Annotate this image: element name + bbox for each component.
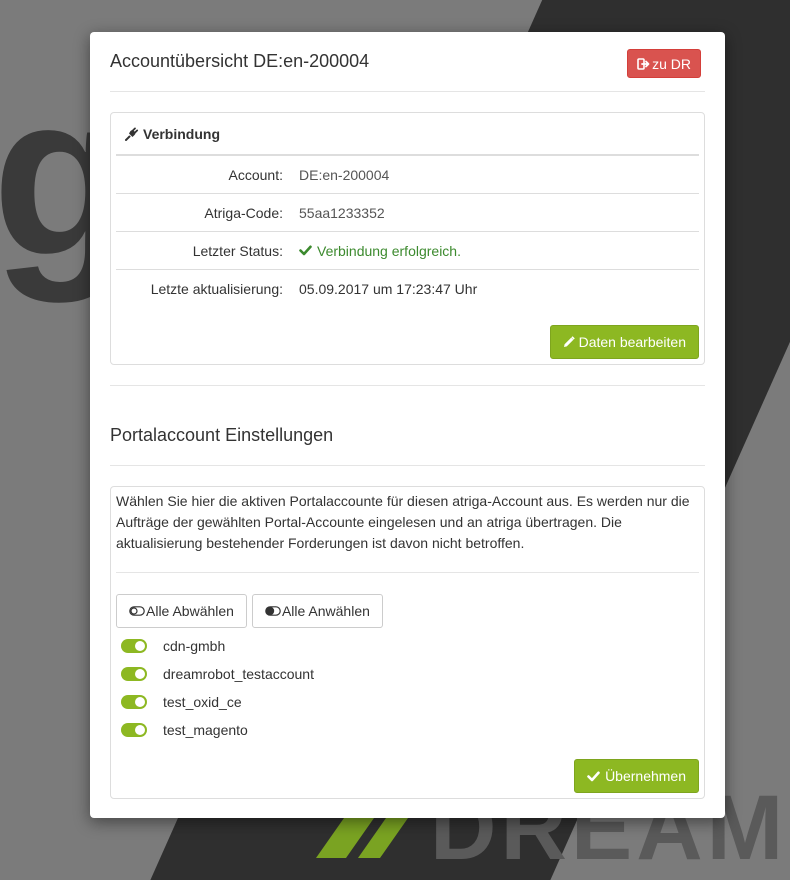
portal-settings-description: Wählen Sie hier die aktiven Portalaccoun…	[116, 493, 690, 551]
info-value: DE:en-200004	[299, 166, 390, 183]
modal-header: Accountübersicht DE:en-200004 zu DR	[110, 32, 705, 92]
select-button-group: Alle Abwählen Alle Anwählen	[116, 594, 383, 628]
toggle-off-icon	[129, 606, 145, 616]
connection-panel-title: Verbindung	[143, 125, 220, 142]
portal-settings-panel: Wählen Sie hier die aktiven Portalaccoun…	[110, 486, 705, 799]
switch-knob	[135, 725, 145, 735]
edit-data-button[interactable]: Daten bearbeiten	[549, 325, 699, 359]
info-row-last-status: Letzter Status: Verbindung erfolgreich.	[116, 232, 699, 270]
section-divider	[110, 385, 705, 386]
section-divider	[110, 465, 705, 466]
info-row-last-update: Letzte aktualisierung: 05.09.2017 um 17:…	[116, 270, 699, 308]
switch-knob	[135, 669, 145, 679]
info-value: 05.09.2017 um 17:23:47 Uhr	[299, 281, 478, 297]
info-label: Account:	[228, 166, 283, 183]
check-icon	[299, 245, 312, 256]
check-icon	[587, 771, 600, 782]
info-label: Letzter Status:	[192, 242, 283, 259]
switch-knob	[135, 641, 145, 651]
portal-account-list: cdn-gmbh dreamrobot_testaccount test_oxi…	[121, 632, 314, 744]
portal-account-label: cdn-gmbh	[163, 638, 226, 654]
info-value: 55aa1233352	[299, 204, 385, 221]
info-row-account: Account: DE:en-200004	[116, 156, 699, 194]
modal-title: Accountübersicht DE:en-200004	[110, 51, 370, 71]
portal-account-label: test_oxid_ce	[163, 694, 242, 710]
portal-separator	[116, 572, 699, 573]
back-to-dr-button[interactable]: zu DR	[627, 49, 701, 78]
connection-panel: Verbindung Account: DE:en-200004 Atriga-…	[110, 112, 705, 365]
account-toggle-switch[interactable]	[121, 723, 147, 737]
edit-data-label: Daten bearbeiten	[578, 334, 686, 350]
apply-button[interactable]: Übernehmen	[574, 759, 699, 793]
portal-account-label: dreamrobot_testaccount	[163, 666, 314, 682]
info-label: Letzte aktualisierung:	[150, 281, 283, 297]
pencil-icon	[563, 336, 575, 348]
portal-account-item: cdn-gmbh	[121, 632, 314, 660]
deselect-all-button[interactable]: Alle Abwählen	[116, 594, 247, 628]
portal-account-item: test_magento	[121, 716, 314, 744]
account-toggle-switch[interactable]	[121, 695, 147, 709]
status-text: Verbindung erfolgreich.	[317, 242, 461, 259]
portal-settings-title: Portalaccount Einstellungen	[110, 425, 334, 445]
info-label: Atriga-Code:	[204, 204, 283, 221]
back-to-dr-label: zu DR	[652, 55, 691, 72]
select-all-label: Alle Anwählen	[281, 603, 370, 619]
apply-label: Übernehmen	[605, 768, 686, 784]
account-toggle-switch[interactable]	[121, 667, 147, 681]
plug-icon	[124, 127, 139, 141]
portal-account-item: dreamrobot_testaccount	[121, 660, 314, 688]
portal-account-item: test_oxid_ce	[121, 688, 314, 716]
toggle-on-icon	[265, 606, 281, 616]
deselect-all-label: Alle Abwählen	[146, 603, 234, 619]
sign-out-icon	[637, 57, 650, 70]
account-overview-modal: Accountübersicht DE:en-200004 zu DR Verb…	[90, 32, 725, 818]
info-row-atriga-code: Atriga-Code: 55aa1233352	[116, 194, 699, 232]
account-toggle-switch[interactable]	[121, 639, 147, 653]
connection-panel-heading: Verbindung	[116, 113, 699, 156]
switch-knob	[135, 697, 145, 707]
select-all-button[interactable]: Alle Anwählen	[251, 594, 383, 628]
status-value: Verbindung erfolgreich.	[299, 243, 461, 259]
portal-account-label: test_magento	[163, 722, 248, 738]
